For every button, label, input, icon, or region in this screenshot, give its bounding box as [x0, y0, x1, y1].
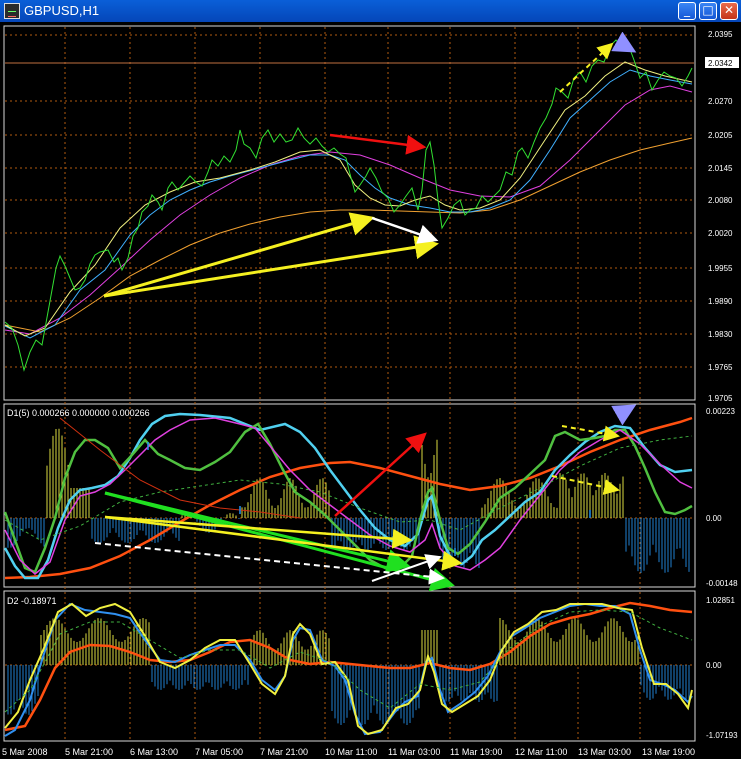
d2-green-dashed-line	[4, 609, 693, 713]
svg-text:7 Mar 21:00: 7 Mar 21:00	[260, 747, 308, 757]
d2-histogram	[7, 618, 690, 725]
main-price-panel	[3, 25, 696, 401]
d2-series	[4, 601, 693, 737]
svg-text:6 Mar 13:00: 6 Mar 13:00	[130, 747, 178, 757]
d1-scale: 0.00223 0.00 -0.00148	[706, 407, 738, 588]
svg-text:11 Mar 19:00: 11 Mar 19:00	[450, 747, 502, 757]
current-price-value: 2.0342	[708, 59, 733, 68]
price-series	[4, 39, 693, 372]
yellow-dashed-arrow	[559, 42, 614, 93]
svg-text:-0.00148: -0.00148	[706, 579, 738, 588]
price-scale: 2.0395 2.0270 2.0205 2.0145 2.0080 2.002…	[708, 30, 733, 403]
svg-text:2.0395: 2.0395	[708, 30, 733, 39]
red-osc-arrow	[334, 432, 427, 517]
svg-text:0.00: 0.00	[706, 514, 722, 523]
svg-text:12 Mar 11:00: 12 Mar 11:00	[515, 747, 567, 757]
time-axis: 5 Mar 2008 5 Mar 21:00 6 Mar 13:00 7 Mar…	[2, 747, 695, 757]
svg-text:11 Mar 03:00: 11 Mar 03:00	[388, 747, 440, 757]
svg-text:2.0205: 2.0205	[708, 131, 733, 140]
chart-area[interactable]: 2.0395 2.0270 2.0205 2.0145 2.0080 2.002…	[0, 22, 741, 759]
svg-text:0.00: 0.00	[706, 661, 722, 670]
d2-yellow-line	[4, 602, 693, 736]
svg-text:1.9765: 1.9765	[708, 363, 733, 372]
red-divergence-arrow	[329, 133, 427, 155]
d2-indicator-label: D2 -0.18971	[7, 596, 57, 606]
svg-text:1.9705: 1.9705	[708, 394, 733, 403]
svg-text:1.9830: 1.9830	[708, 330, 733, 339]
d1-series	[3, 412, 693, 580]
d1-indicator-label: D1(5) 0.000266 0.000000 0.000266	[7, 408, 150, 418]
svg-text:10 Mar 11:00: 10 Mar 11:00	[325, 747, 377, 757]
maximize-button[interactable]: □	[699, 2, 717, 20]
d2-blue-line	[4, 602, 693, 737]
svg-text:1.9890: 1.9890	[708, 297, 733, 306]
minimize-button[interactable]: _	[678, 2, 696, 20]
window-titlebar: GBPUSD,H1 _ □ ✕	[0, 0, 741, 22]
svg-text:5 Mar 2008: 5 Mar 2008	[2, 747, 48, 757]
svg-text:1.02851: 1.02851	[706, 596, 735, 605]
white-divergence-arrow	[371, 216, 439, 244]
svg-text:-1.07193: -1.07193	[706, 731, 738, 740]
svg-text:2.0270: 2.0270	[708, 97, 733, 106]
price-line	[4, 39, 693, 372]
d2-scale: 1.02851 0.00 -1.07193	[706, 596, 738, 740]
yellow-trend-arrow-1	[103, 212, 375, 298]
violet-osc-arrow	[611, 404, 637, 426]
svg-text:0.00223: 0.00223	[706, 407, 735, 416]
signal-marks	[147, 442, 591, 556]
svg-text:2.0080: 2.0080	[708, 196, 733, 205]
d1-red-line	[4, 416, 693, 580]
svg-text:1.9955: 1.9955	[708, 264, 733, 273]
svg-text:7 Mar 05:00: 7 Mar 05:00	[195, 747, 243, 757]
close-button[interactable]: ✕	[720, 2, 738, 20]
svg-text:13 Mar 19:00: 13 Mar 19:00	[642, 747, 695, 757]
svg-text:2.0020: 2.0020	[708, 229, 733, 238]
svg-text:13 Mar 03:00: 13 Mar 03:00	[578, 747, 631, 757]
svg-text:2.0145: 2.0145	[708, 164, 733, 173]
chart-grid	[5, 27, 694, 740]
ma-cyan-line	[4, 69, 693, 339]
yellow-trend-arrow-2	[103, 235, 439, 298]
svg-text:5 Mar 21:00: 5 Mar 21:00	[65, 747, 113, 757]
d2-orange-line	[4, 601, 693, 732]
chart-window-icon	[4, 3, 20, 19]
window-title: GBPUSD,H1	[24, 3, 100, 18]
